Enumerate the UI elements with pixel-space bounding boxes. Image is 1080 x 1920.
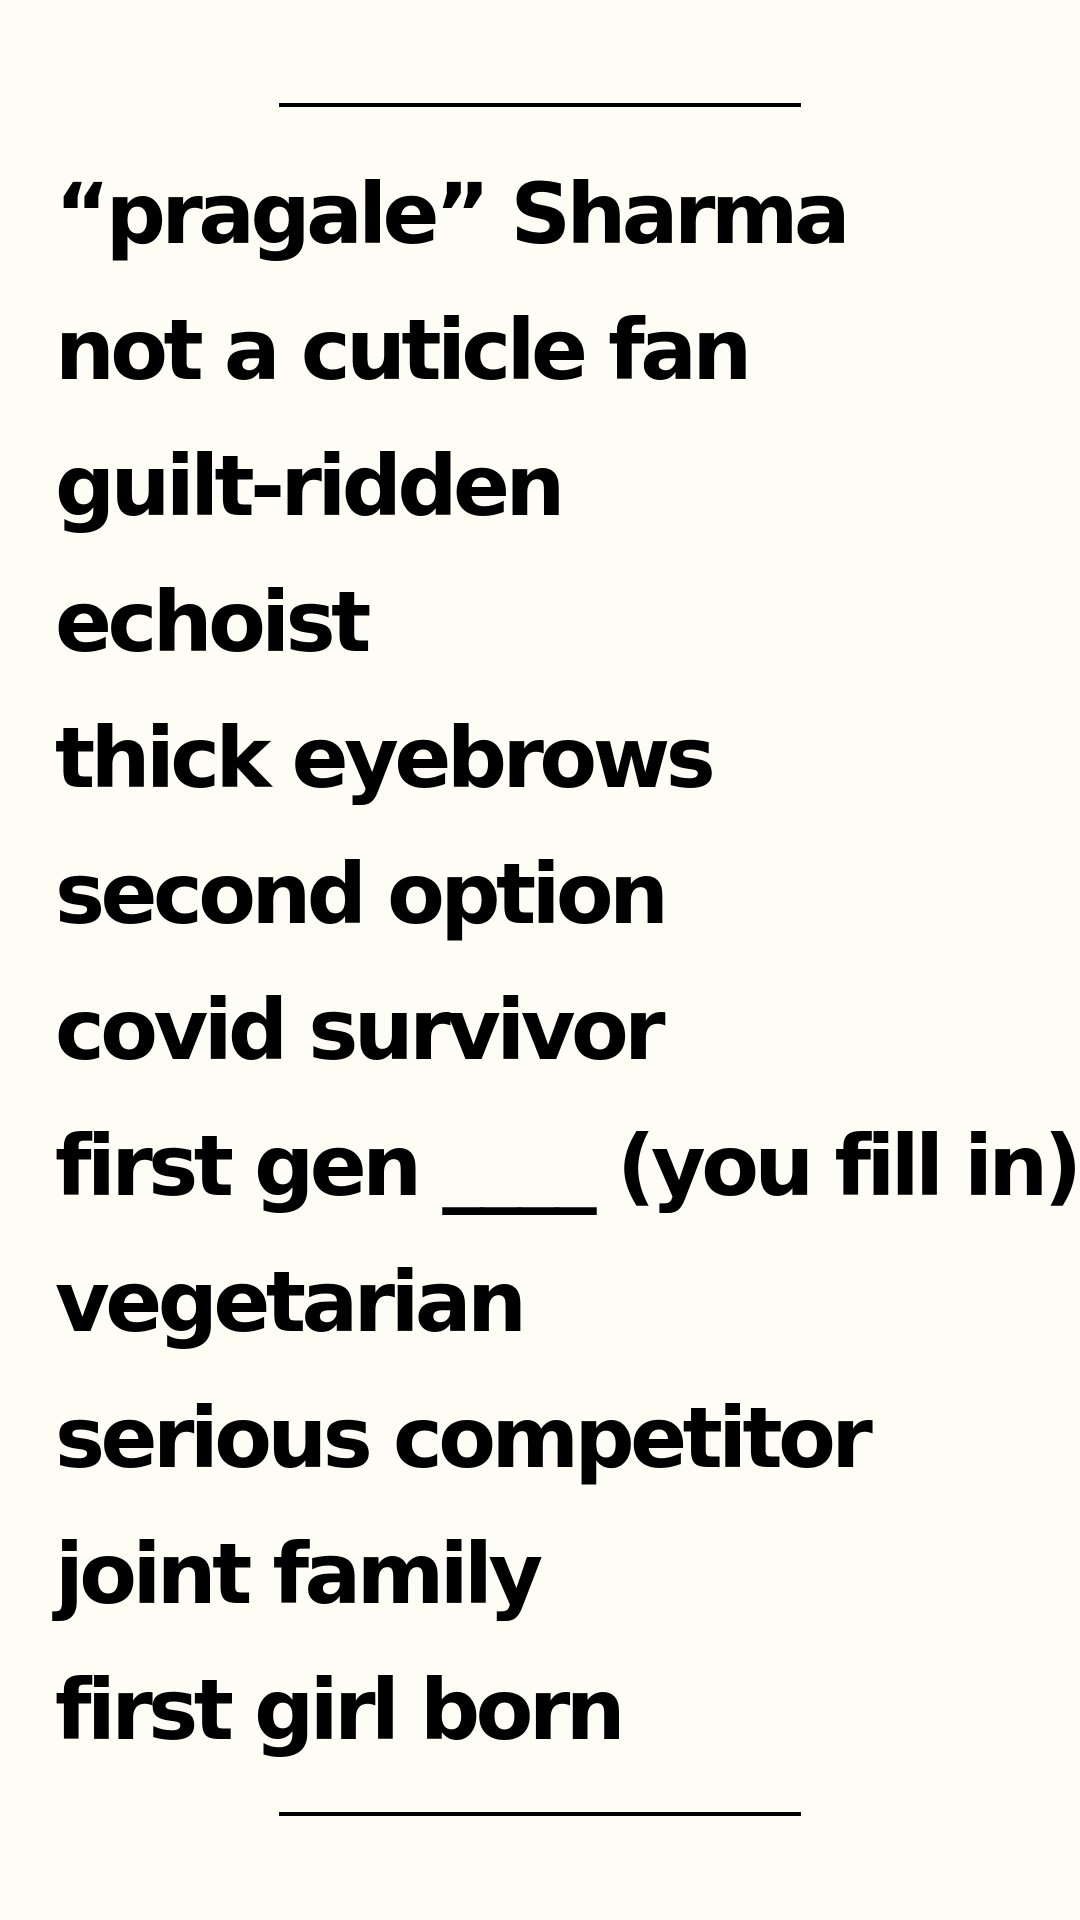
name-line: “pragale” Sharma bbox=[55, 165, 851, 263]
trait-line: second option bbox=[55, 845, 669, 943]
trait-line: guilt-ridden bbox=[55, 437, 565, 535]
trait-line: first gen ____ (you fill in) bbox=[55, 1117, 1080, 1215]
trait-line: serious competitor bbox=[55, 1389, 873, 1487]
trait-line: covid survivor bbox=[55, 981, 666, 1079]
trait-line: first girl born bbox=[55, 1661, 626, 1759]
trait-line: thick eyebrows bbox=[55, 709, 716, 807]
trait-line: joint family bbox=[55, 1525, 543, 1623]
top-divider bbox=[279, 103, 801, 107]
trait-line: vegetarian bbox=[55, 1253, 527, 1351]
bottom-divider bbox=[279, 1812, 801, 1816]
trait-line: not a cuticle fan bbox=[55, 301, 752, 399]
trait-list: “pragale” Sharma not a cuticle fan guilt… bbox=[55, 146, 1080, 1778]
trait-line: echoist bbox=[55, 573, 371, 671]
